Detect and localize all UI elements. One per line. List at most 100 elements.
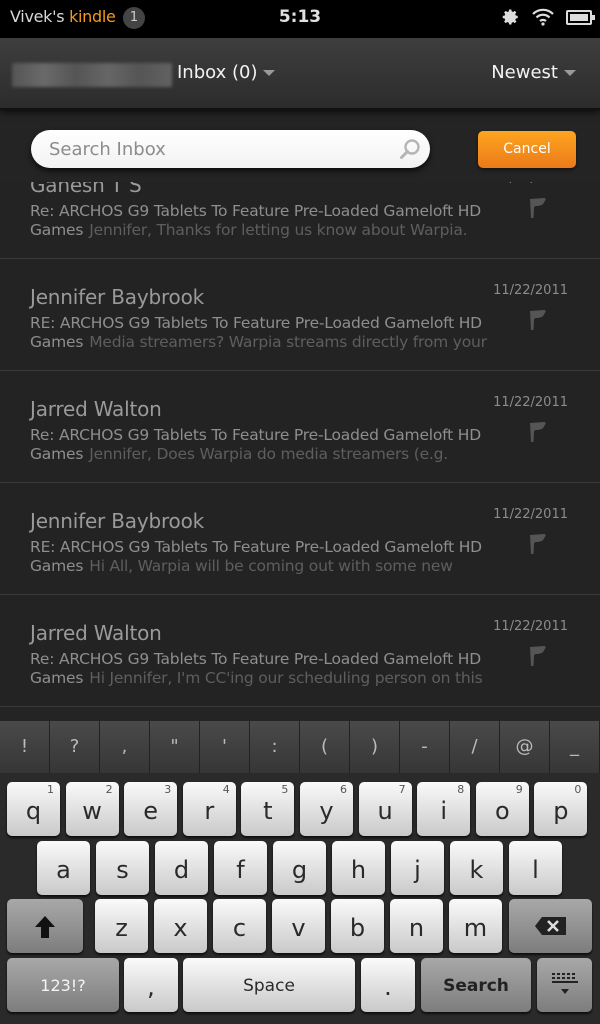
key-a[interactable]: a — [37, 841, 90, 895]
mail-header: Inbox (0) Newest — [0, 38, 600, 110]
status-bar: Vivek's kindle 1 5:13 — [0, 0, 600, 38]
key-label: i — [440, 797, 448, 825]
symbol-row: !?, " ':() - / @ _ — [0, 721, 600, 773]
key-e[interactable]: e3 — [124, 782, 178, 836]
symbol-key[interactable]: ? — [50, 721, 100, 773]
key-q[interactable]: q1 — [7, 782, 60, 836]
message-line2: Games Media streamers? Warpia streams dir… — [30, 333, 487, 351]
period-key[interactable]: . — [361, 958, 415, 1012]
message-preview: Media streamers? Warpia streams directly… — [89, 333, 487, 351]
symbol-key[interactable]: , — [100, 721, 150, 773]
key-label: g — [291, 856, 308, 884]
sort-selector[interactable]: Newest — [491, 62, 576, 83]
message-preview: Jennifer, Thanks for letting us know abo… — [89, 221, 468, 239]
comma-key[interactable]: , — [124, 958, 178, 1012]
flag-icon[interactable] — [528, 309, 548, 331]
message-item[interactable]: Jennifer Baybrook RE: ARCHOS G9 Tablets … — [0, 259, 600, 371]
key-label: f — [236, 856, 245, 884]
key-hint: 9 — [515, 783, 523, 796]
message-line2: Games Jennifer, Thanks for letting us kno… — [30, 221, 468, 239]
key-o[interactable]: o9 — [475, 782, 529, 836]
key-m[interactable]: m — [449, 899, 502, 953]
key-j[interactable]: j — [391, 841, 444, 895]
key-i[interactable]: i8 — [417, 782, 471, 836]
symbol-key[interactable]: ) — [350, 721, 400, 773]
cancel-button[interactable]: Cancel — [478, 131, 576, 168]
key-g[interactable]: g — [273, 841, 326, 895]
key-hint: 2 — [105, 783, 113, 796]
symbol-key[interactable]: - — [400, 721, 450, 773]
key-label: h — [350, 856, 367, 884]
key-hint: 8 — [457, 783, 465, 796]
backspace-key[interactable] — [509, 899, 592, 953]
symbol-key[interactable]: _ — [550, 721, 600, 773]
flag-icon[interactable] — [528, 197, 548, 219]
key-label: w — [82, 797, 102, 825]
key-s[interactable]: s — [96, 841, 149, 895]
key-w[interactable]: w2 — [65, 782, 119, 836]
key-label: v — [291, 914, 306, 942]
message-line2: Games Hi All, Warpia will be coming out w… — [30, 557, 453, 575]
symbol-key[interactable]: " — [150, 721, 200, 773]
symbol-key[interactable]: ( — [300, 721, 350, 773]
key-y[interactable]: y6 — [300, 782, 353, 836]
message-line2: Games Hi Jennifer, I'm CC'ing our schedul… — [30, 669, 483, 687]
key-label: o — [494, 797, 510, 825]
search-input[interactable] — [49, 130, 389, 168]
status-icons[interactable] — [502, 8, 595, 26]
key-r[interactable]: r4 — [182, 782, 236, 836]
shift-key[interactable] — [7, 899, 83, 953]
folder-selector[interactable]: Inbox (0) — [177, 62, 276, 83]
key-u[interactable]: u7 — [358, 782, 412, 836]
search-key[interactable]: Search — [421, 958, 531, 1012]
key-label: k — [469, 856, 484, 884]
message-subject: Re: ARCHOS G9 Tablets To Feature Pre-Loa… — [30, 650, 481, 668]
message-item[interactable]: Jennifer Baybrook RE: ARCHOS G9 Tablets … — [0, 483, 600, 595]
key-p[interactable]: p0 — [534, 782, 588, 836]
key-k[interactable]: k — [450, 841, 503, 895]
key-hint: 5 — [281, 783, 289, 796]
numbers-symbols-key[interactable]: 123!? — [7, 958, 119, 1012]
key-label: b — [349, 914, 366, 942]
search-field[interactable] — [31, 130, 430, 168]
symbol-key[interactable]: ' — [200, 721, 250, 773]
message-item[interactable]: Jarred Walton Re: ARCHOS G9 Tablets To F… — [0, 595, 600, 707]
key-f[interactable]: f — [214, 841, 267, 895]
space-key[interactable]: Space — [183, 958, 355, 1012]
message-subject: Re: ARCHOS G9 Tablets To Feature Pre-Loa… — [30, 426, 481, 444]
message-preview: Jennifer, Does Warpia do media streamers… — [89, 445, 449, 463]
battery-icon — [566, 9, 595, 25]
symbol-key[interactable]: ! — [0, 721, 50, 773]
message-item[interactable]: Jarred Walton Re: ARCHOS G9 Tablets To F… — [0, 371, 600, 483]
key-x[interactable]: x — [154, 899, 207, 953]
message-sender: Jarred Walton — [30, 397, 162, 421]
key-c[interactable]: c — [213, 899, 266, 953]
message-list[interactable]: Ganesh T S Re: ARCHOS G9 Tablets To Feat… — [0, 147, 600, 707]
message-subject-continued: Games — [30, 669, 84, 687]
flag-icon[interactable] — [528, 421, 548, 443]
key-b[interactable]: b — [331, 899, 384, 953]
key-label: m — [463, 914, 488, 942]
message-sender: Jarred Walton — [30, 621, 162, 645]
hide-keyboard-key[interactable] — [537, 958, 592, 1012]
key-label: y — [319, 797, 334, 825]
folder-label: Inbox (0) — [177, 62, 258, 83]
key-n[interactable]: n — [390, 899, 443, 953]
key-z[interactable]: z — [95, 899, 148, 953]
key-d[interactable]: d — [155, 841, 208, 895]
message-preview: Hi All, Warpia will be coming out with s… — [89, 557, 453, 575]
message-subject-continued: Games — [30, 445, 84, 463]
flag-icon[interactable] — [528, 645, 548, 667]
gear-icon[interactable] — [502, 8, 520, 26]
symbol-key[interactable]: / — [450, 721, 500, 773]
key-label: n — [408, 914, 425, 942]
key-label: p — [553, 797, 569, 825]
symbol-key[interactable]: @ — [500, 721, 550, 773]
symbol-key[interactable]: : — [250, 721, 300, 773]
key-l[interactable]: l — [509, 841, 562, 895]
backspace-icon — [534, 917, 566, 935]
key-v[interactable]: v — [272, 899, 325, 953]
key-t[interactable]: t5 — [241, 782, 295, 836]
flag-icon[interactable] — [528, 533, 548, 555]
key-h[interactable]: h — [332, 841, 385, 895]
